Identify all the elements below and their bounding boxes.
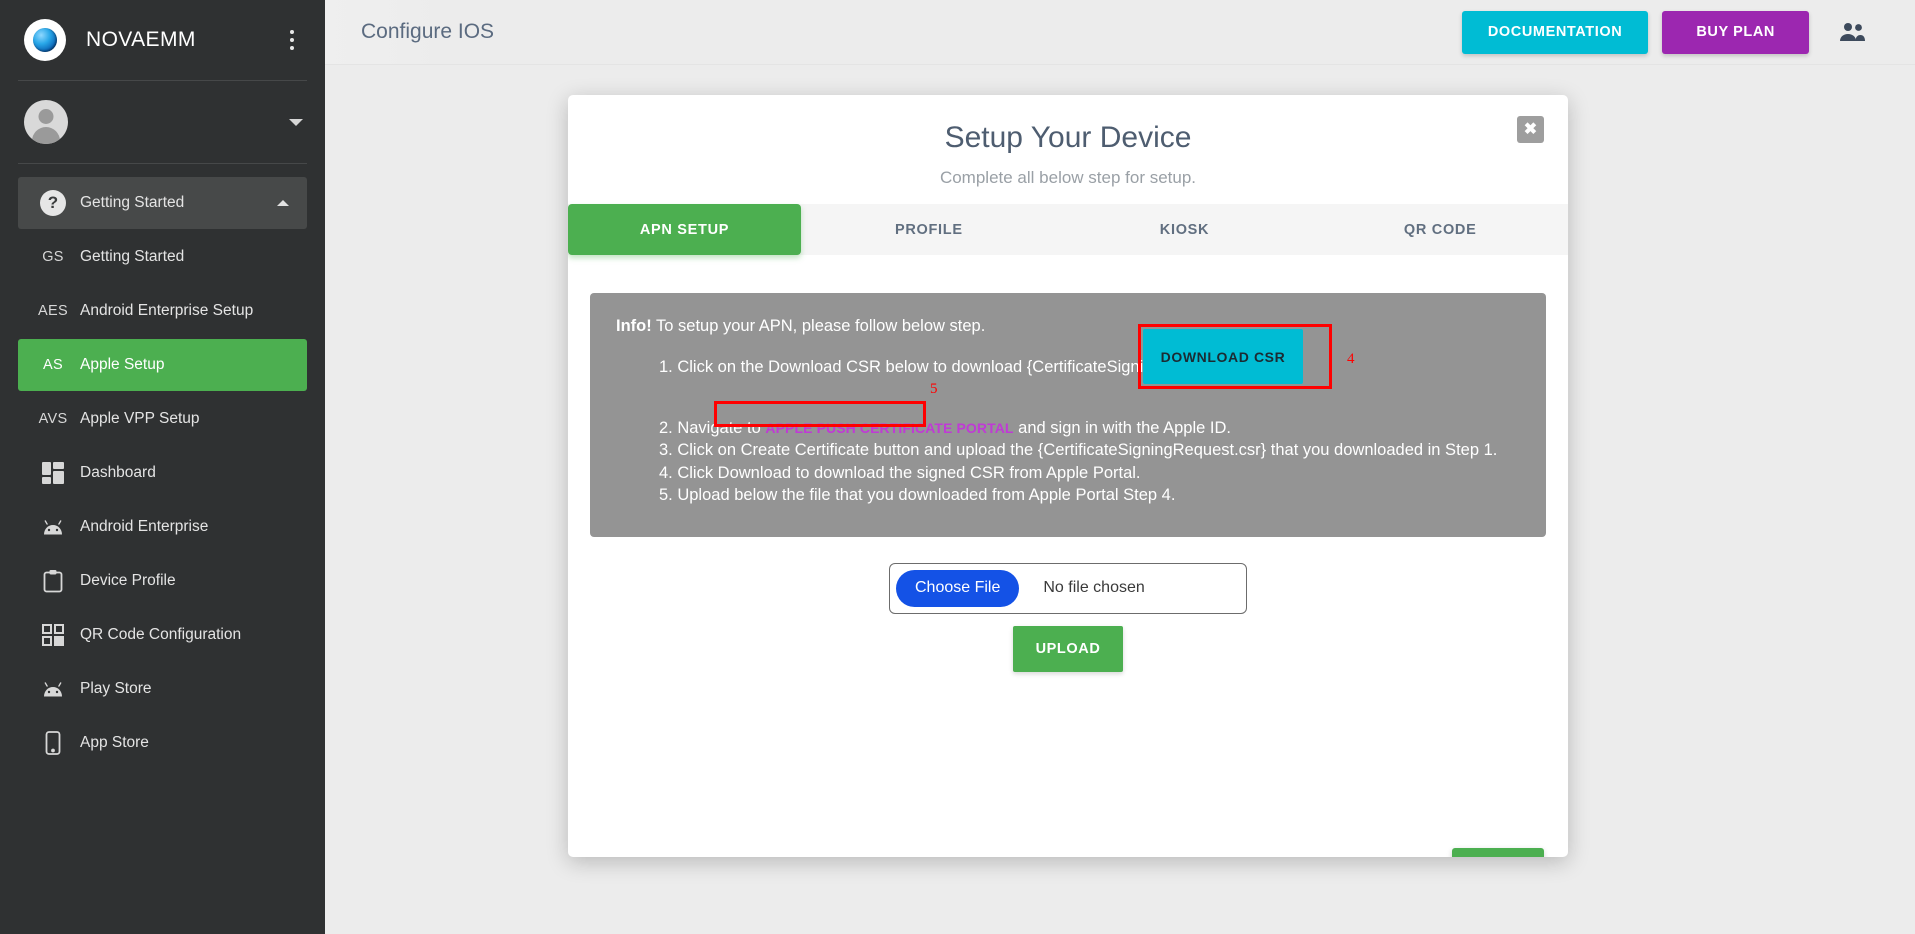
mobile-phone-icon: [26, 731, 80, 755]
sidebar-item-app-store[interactable]: App Store: [18, 717, 307, 769]
step-item-4: 4. Click Download to download the signed…: [659, 463, 1141, 482]
sidebar-abbr-aes: AES: [38, 303, 68, 319]
tab-apn-setup[interactable]: APN SETUP: [568, 204, 801, 255]
chevron-up-icon: [277, 200, 289, 206]
annotation-number-4: 4: [1347, 351, 1355, 367]
sidebar-item-apple-vpp-setup[interactable]: AVS Apple VPP Setup: [18, 393, 307, 445]
sidebar-abbr-gs: GS: [42, 249, 64, 265]
next-button[interactable]: NEXT: [1452, 848, 1544, 857]
sidebar-item-label: Android Enterprise: [80, 518, 209, 535]
apn-setup-panel: Info! To setup your APN, please follow b…: [568, 255, 1568, 857]
people-icon[interactable]: [1839, 22, 1865, 42]
brand-name: NOVAEMM: [86, 28, 196, 51]
close-icon[interactable]: ✖: [1517, 116, 1544, 143]
info-lead-text: To setup your APN, please follow below s…: [651, 317, 986, 335]
question-circle-icon: ?: [26, 190, 80, 216]
sidebar-item-label: App Store: [80, 734, 149, 751]
step-item-1: 1. Click on the Download CSR below to do…: [659, 358, 1256, 376]
user-account-row[interactable]: [0, 81, 325, 163]
sidebar-abbr-as: AS: [43, 357, 63, 373]
sidebar-item-label: Play Store: [80, 680, 152, 697]
steps-list: 1. Click on the Download CSR below to do…: [616, 356, 1520, 507]
info-lead: Info! To setup your APN, please follow b…: [616, 317, 1520, 336]
file-status-text: No file chosen: [1043, 579, 1145, 597]
info-lead-bold: Info!: [616, 317, 652, 335]
apple-push-certificate-portal-link[interactable]: APPLE PUSH CERTIFICATE PORTAL: [765, 420, 1013, 436]
sidebar-item-label: Android Enterprise Setup: [80, 302, 254, 319]
annotation-number-5: 5: [930, 381, 938, 397]
dashboard-grid-icon: [26, 462, 80, 484]
sidebar-item-getting-started-header[interactable]: ? Getting Started: [18, 177, 307, 229]
avatar: [24, 100, 68, 144]
tab-profile[interactable]: PROFILE: [801, 204, 1057, 255]
sidebar-item-play-store[interactable]: Play Store: [18, 663, 307, 715]
download-csr-button[interactable]: DOWNLOAD CSR: [1143, 329, 1303, 384]
sidebar-item-dashboard[interactable]: Dashboard: [18, 447, 307, 499]
sidebar-nav: ? Getting Started GS Getting Started AES…: [0, 164, 325, 769]
brand-header: NOVAEMM: [0, 0, 325, 80]
page-title: Configure IOS: [361, 20, 495, 43]
upload-button[interactable]: UPLOAD: [1013, 625, 1123, 672]
sidebar-item-qr-code-configuration[interactable]: QR Code Configuration: [18, 609, 307, 661]
modal-subtitle: Complete all below step for setup.: [939, 168, 1197, 187]
clipboard-icon: [26, 569, 80, 593]
step-item-5: 5. Upload below the file that you downlo…: [659, 486, 1176, 505]
modal-header: Setup Your Device Complete all below ste…: [568, 95, 1568, 204]
topbar: Configure IOS DOCUMENTATION BUY PLAN: [325, 0, 1915, 64]
sidebar-item-getting-started[interactable]: GS Getting Started: [18, 231, 307, 283]
step-item-2: 2. Navigate to APPLE PUSH CERTIFICATE PO…: [659, 417, 1520, 440]
sidebar-item-android-enterprise[interactable]: Android Enterprise: [18, 501, 307, 553]
buy-plan-button[interactable]: BUY PLAN: [1662, 10, 1809, 54]
step2-suffix: and sign in with the Apple ID.: [1013, 418, 1231, 437]
android-icon: [26, 519, 80, 535]
info-box: Info! To setup your APN, please follow b…: [590, 293, 1546, 537]
sidebar-item-android-enterprise-setup[interactable]: AES Android Enterprise Setup: [18, 285, 307, 337]
sidebar-item-label: Device Profile: [80, 572, 176, 589]
tab-qr-code[interactable]: QR CODE: [1312, 204, 1568, 255]
sidebar-item-apple-setup[interactable]: AS Apple Setup: [18, 339, 307, 391]
sidebar: NOVAEMM ? Getting Started GS Getting Sta…: [0, 0, 325, 934]
sidebar-item-label: Apple VPP Setup: [80, 410, 200, 427]
sidebar-abbr-avs: AVS: [38, 411, 68, 427]
sidebar-item-label: Dashboard: [80, 464, 156, 481]
novaemm-logo-icon: [24, 19, 66, 61]
file-input-row[interactable]: Choose File No file chosen: [889, 562, 1247, 614]
sidebar-item-label: Getting Started: [80, 194, 185, 211]
sidebar-item-device-profile[interactable]: Device Profile: [18, 555, 307, 607]
sidebar-item-label: Getting Started: [80, 248, 185, 265]
modal-title: Setup Your Device: [944, 121, 1192, 154]
sidebar-item-label: Apple Setup: [80, 356, 165, 373]
main-content: Configure IOS DOCUMENTATION BUY PLAN Set…: [325, 0, 1915, 934]
documentation-button[interactable]: DOCUMENTATION: [1461, 10, 1649, 54]
setup-device-modal: Setup Your Device Complete all below ste…: [568, 95, 1568, 857]
choose-file-button[interactable]: Choose File: [896, 569, 1020, 607]
kebab-menu-icon[interactable]: [281, 25, 303, 55]
sidebar-item-label: QR Code Configuration: [80, 626, 242, 643]
modal-tabs: APN SETUP PROFILE KIOSK QR CODE: [568, 204, 1568, 255]
step-item-3: 3. Click on Create Certificate button an…: [659, 441, 1498, 460]
step2-prefix: 2. Navigate to: [659, 418, 766, 437]
app-root: NOVAEMM ? Getting Started GS Getting Sta…: [0, 0, 1915, 934]
qr-code-icon: [26, 624, 80, 646]
android-icon: [26, 681, 80, 697]
chevron-down-icon[interactable]: [289, 118, 303, 126]
tab-kiosk[interactable]: KIOSK: [1057, 204, 1313, 255]
